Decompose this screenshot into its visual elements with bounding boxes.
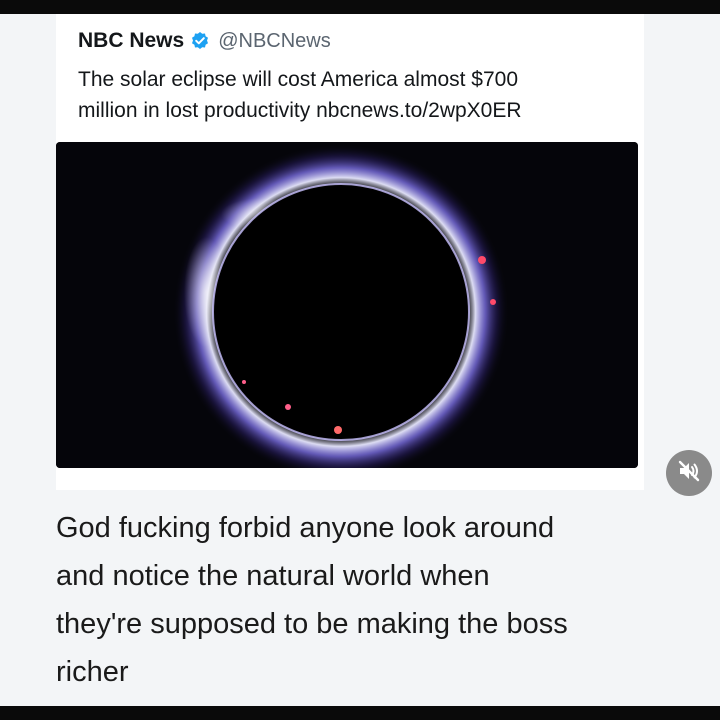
verified-check-icon — [190, 31, 210, 51]
screenshot-frame: NBC News @NBCNews The solar eclipse will… — [0, 0, 720, 720]
mute-toggle-button[interactable] — [666, 450, 712, 496]
tweet-header: NBC News @NBCNews — [78, 26, 331, 56]
tweet-author-handle[interactable]: @NBCNews — [218, 30, 331, 53]
speaker-muted-icon — [676, 458, 702, 489]
tweet-author-name[interactable]: NBC News — [78, 29, 184, 53]
tweet-text: The solar eclipse will cost America almo… — [78, 68, 522, 122]
solar-eclipse-photo[interactable] — [56, 142, 638, 468]
embedded-tweet[interactable]: NBC News @NBCNews The solar eclipse will… — [56, 14, 644, 490]
post-caption: God fucking forbid anyone look around an… — [56, 512, 568, 688]
post-card: NBC News @NBCNews The solar eclipse will… — [0, 14, 720, 706]
